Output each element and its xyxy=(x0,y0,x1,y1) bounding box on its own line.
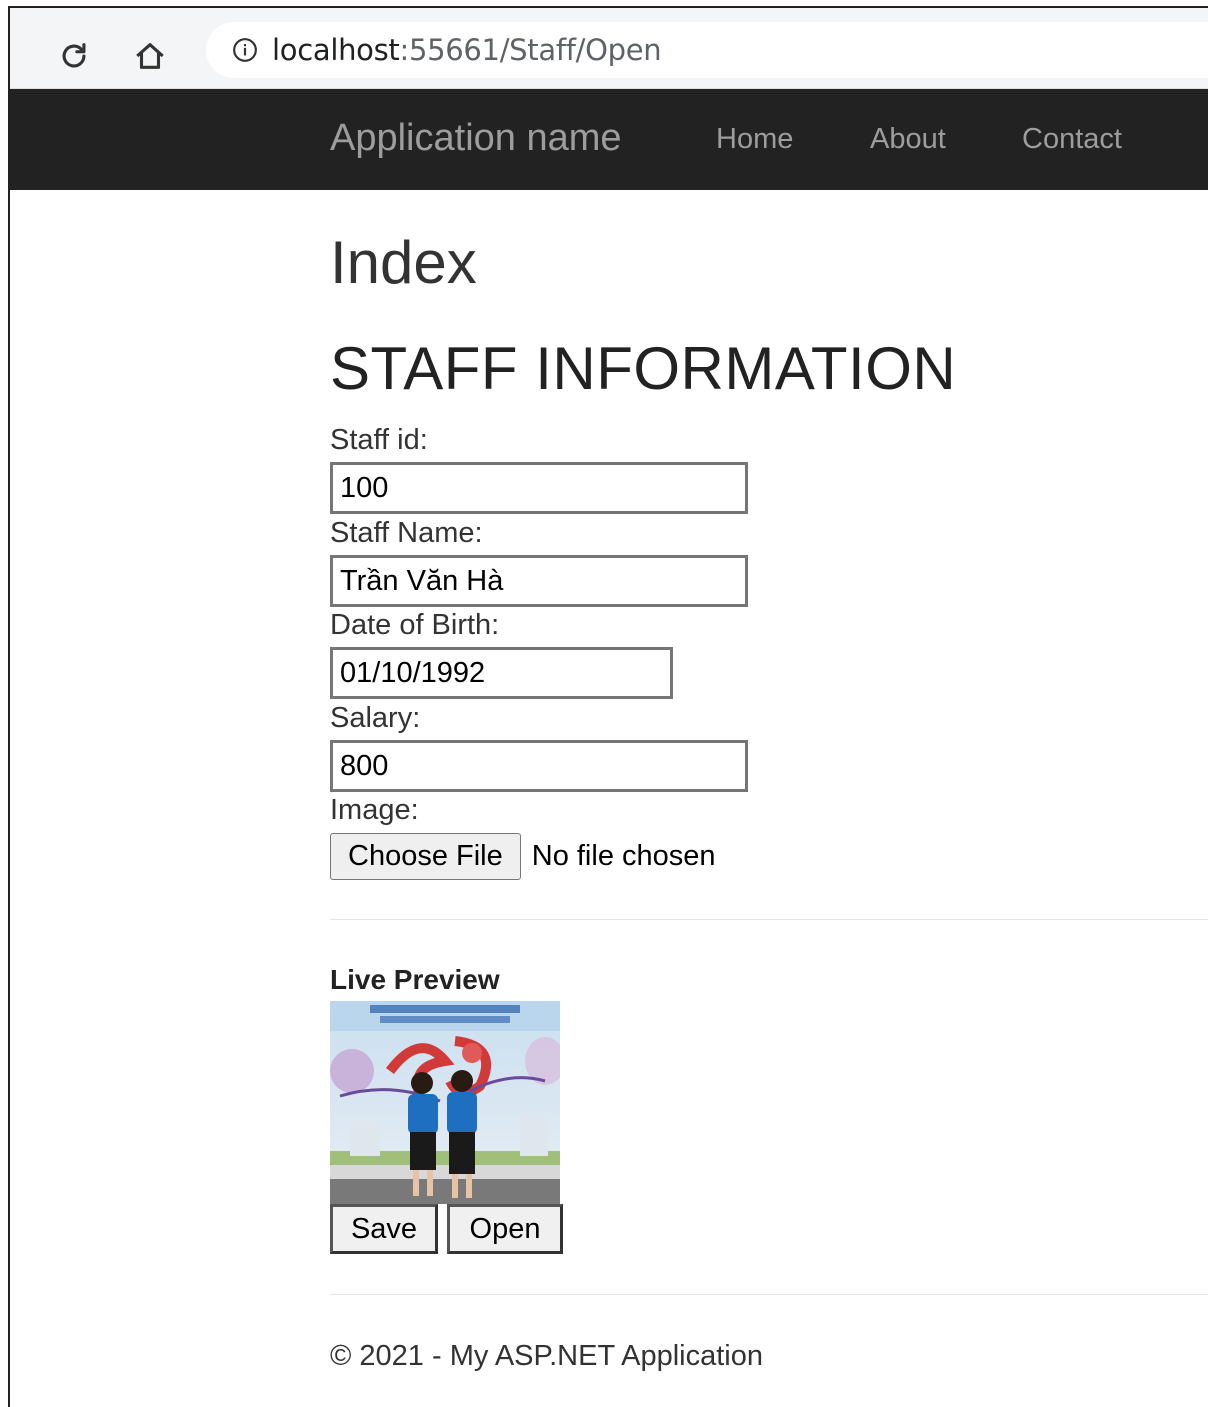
browser-toolbar: localhost:55661/Staff/Open xyxy=(10,8,1208,89)
info-icon[interactable] xyxy=(232,37,258,63)
open-button[interactable]: Open xyxy=(447,1204,563,1254)
window-frame xyxy=(8,6,1208,1407)
page-title: Index xyxy=(330,229,477,296)
staff-id-input[interactable] xyxy=(330,462,748,514)
reload-button[interactable] xyxy=(54,36,94,76)
image-file-input: Choose File No file chosen xyxy=(330,833,716,880)
live-preview-title: Live Preview xyxy=(330,964,500,995)
site-navbar: Application name Home About Contact xyxy=(10,89,1208,190)
choose-file-button[interactable]: Choose File xyxy=(330,833,521,880)
live-preview-image xyxy=(330,1001,560,1204)
address-bar[interactable]: localhost:55661/Staff/Open xyxy=(206,22,1208,78)
nav-link-home[interactable]: Home xyxy=(716,123,793,156)
date-of-birth-input[interactable] xyxy=(330,647,673,699)
reload-icon xyxy=(62,43,86,68)
nav-link-contact[interactable]: Contact xyxy=(1022,123,1122,156)
home-button[interactable] xyxy=(130,36,170,76)
divider xyxy=(330,919,1208,920)
nav-link-about[interactable]: About xyxy=(870,123,946,156)
save-button[interactable]: Save xyxy=(330,1204,438,1254)
url-host: localhost xyxy=(272,33,400,67)
preview-photo xyxy=(330,1001,560,1204)
staff-name-label: Staff Name: xyxy=(330,517,483,549)
date-of-birth-label: Date of Birth: xyxy=(330,609,500,641)
image-label: Image: xyxy=(330,794,419,826)
url-path: :55661/Staff/Open xyxy=(399,33,662,67)
salary-label: Salary: xyxy=(330,702,421,734)
file-status-text: No file chosen xyxy=(531,840,716,872)
url-text[interactable]: localhost:55661/Staff/Open xyxy=(272,33,662,67)
staff-name-input[interactable] xyxy=(330,555,748,607)
brand-link[interactable]: Application name xyxy=(330,117,622,160)
section-title: STAFF INFORMATION xyxy=(330,335,957,402)
footer-copyright: © 2021 - My ASP.NET Application xyxy=(330,1340,763,1372)
home-icon xyxy=(136,43,164,69)
staff-id-label: Staff id: xyxy=(330,424,428,456)
footer-divider xyxy=(330,1294,1208,1295)
salary-input[interactable] xyxy=(330,740,748,792)
